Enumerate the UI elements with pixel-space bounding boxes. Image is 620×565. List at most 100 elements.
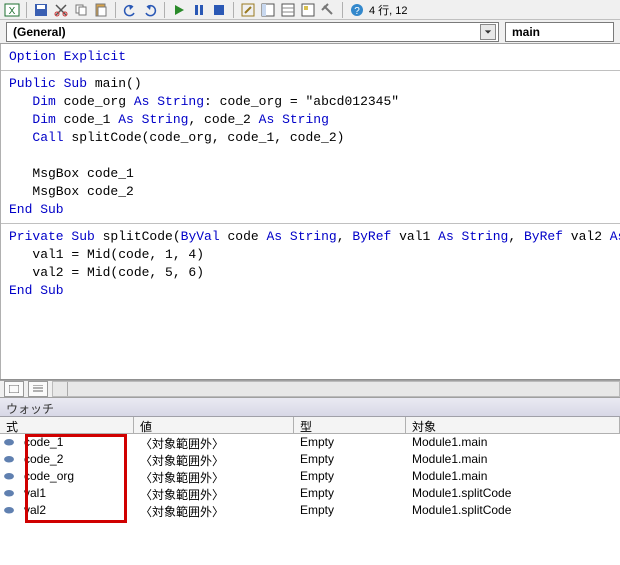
code-text: val1 = Mid(code, 1, 4) [9,247,204,262]
watch-row[interactable]: ⬬ val1 〈対象範囲外〉 Empty Module1.splitCode [0,485,620,502]
code-text: MsgBox code_2 [9,184,134,199]
watch-value: 〈対象範囲外〉 [134,502,294,519]
code-text: ByRef [524,229,563,244]
code-text [9,148,32,163]
glasses-icon: ⬬ [0,468,18,485]
code-text: End Sub [9,202,64,217]
code-text: code [220,229,267,244]
code-text: As String [134,94,204,109]
full-module-view-button[interactable] [28,381,48,397]
watch-header-value[interactable]: 値 [134,417,294,433]
procedure-dropdown[interactable]: main [505,22,614,42]
glasses-icon: ⬬ [0,451,18,468]
top-toolbar: X ? 4 行, 12 [0,0,620,20]
watch-row[interactable]: ⬬ code_2 〈対象範囲外〉 Empty Module1.main [0,451,620,468]
code-text: ByVal [181,229,220,244]
paste-icon[interactable] [93,2,109,18]
cut-icon[interactable] [53,2,69,18]
watch-value: 〈対象範囲外〉 [134,434,294,451]
help-icon[interactable]: ? [349,2,365,18]
watch-type: Empty [294,434,406,451]
code-text: , code_2 [188,112,258,127]
object-dropdown-label: (General) [13,25,66,39]
redo-icon[interactable] [142,2,158,18]
project-explorer-icon[interactable] [260,2,276,18]
svg-text:X: X [9,6,16,17]
code-text: Dim [9,112,56,127]
save-icon[interactable] [33,2,49,18]
watch-context: Module1.main [406,451,620,468]
watch-value: 〈対象範囲外〉 [134,485,294,502]
break-icon[interactable] [191,2,207,18]
code-text: val2 = Mid(code, 5, 6) [9,265,204,280]
watch-context: Module1.main [406,434,620,451]
code-text: : code_org = [204,94,305,109]
code-text: code_1 [56,112,118,127]
watch-row[interactable]: ⬬ val2 〈対象範囲外〉 Empty Module1.splitCode [0,502,620,519]
svg-text:?: ? [354,6,360,17]
copy-icon[interactable] [73,2,89,18]
watch-row[interactable]: ⬬ code_org 〈対象範囲外〉 Empty Module1.main [0,468,620,485]
code-text: As String [118,112,188,127]
cursor-position-text: 4 行, 12 [369,2,408,18]
watch-header-expression[interactable]: 式 [0,417,134,433]
code-view-bar [0,380,620,398]
watch-header-context[interactable]: 対象 [406,417,620,433]
code-text: Public Sub [9,76,87,91]
undo-icon[interactable] [122,2,138,18]
properties-icon[interactable] [280,2,296,18]
code-text: As String [266,229,336,244]
code-text: , [337,229,353,244]
reset-icon[interactable] [211,2,227,18]
watch-row[interactable]: ⬬ code_1 〈対象範囲外〉 Empty Module1.main [0,434,620,451]
code-editor: Option Explicit Public Sub main() Dim co… [0,44,620,380]
code-text: Call [9,130,64,145]
watch-context: Module1.splitCode [406,485,620,502]
code-text: As String [610,229,620,244]
code-text: Private Sub [9,229,95,244]
watch-expression: code_org [18,468,134,485]
code-text: val1 [391,229,438,244]
glasses-icon: ⬬ [0,502,18,519]
watch-value: 〈対象範囲外〉 [134,468,294,485]
code-text: main() [87,76,142,91]
watch-value: 〈対象範囲外〉 [134,451,294,468]
watch-context: Module1.splitCode [406,502,620,519]
glasses-icon: ⬬ [0,485,18,502]
code-text: splitCode( [95,229,181,244]
code-text-area[interactable]: Option Explicit Public Sub main() Dim co… [1,44,620,379]
declarations-bar: (General) main [0,20,620,44]
code-text: MsgBox code_1 [9,166,134,181]
code-text: "abcd012345" [305,94,399,109]
horizontal-scrollbar[interactable] [52,381,620,397]
watch-type: Empty [294,451,406,468]
watch-header-row: 式 値 型 対象 [0,417,620,434]
code-text: End Sub [9,283,64,298]
code-text: As String [438,229,508,244]
code-text: ByRef [352,229,391,244]
watch-expression: val2 [18,502,134,519]
object-dropdown[interactable]: (General) [6,22,499,42]
watch-header-type[interactable]: 型 [294,417,406,433]
chevron-down-icon[interactable] [480,24,496,40]
watch-type: Empty [294,485,406,502]
design-mode-icon[interactable] [240,2,256,18]
procedure-view-button[interactable] [4,381,24,397]
watch-type: Empty [294,468,406,485]
code-text: val2 [563,229,610,244]
code-text: As String [259,112,329,127]
watch-window: 式 値 型 対象 ⬬ code_1 〈対象範囲外〉 Empty Module1.… [0,417,620,565]
watch-expression: code_1 [18,434,134,451]
code-text: Option Explicit [9,49,126,64]
watch-expression: code_2 [18,451,134,468]
toolbox-icon[interactable] [320,2,336,18]
object-browser-icon[interactable] [300,2,316,18]
code-text: Dim [9,94,56,109]
code-text: splitCode(code_org, code_1, code_2) [64,130,345,145]
vbe-window: X ? 4 行, 12 (General) main [0,0,620,565]
glasses-icon: ⬬ [0,434,18,451]
watch-window-title: ウォッチ [0,398,620,417]
excel-icon[interactable]: X [4,2,20,18]
watch-expression: val1 [18,485,134,502]
run-icon[interactable] [171,2,187,18]
